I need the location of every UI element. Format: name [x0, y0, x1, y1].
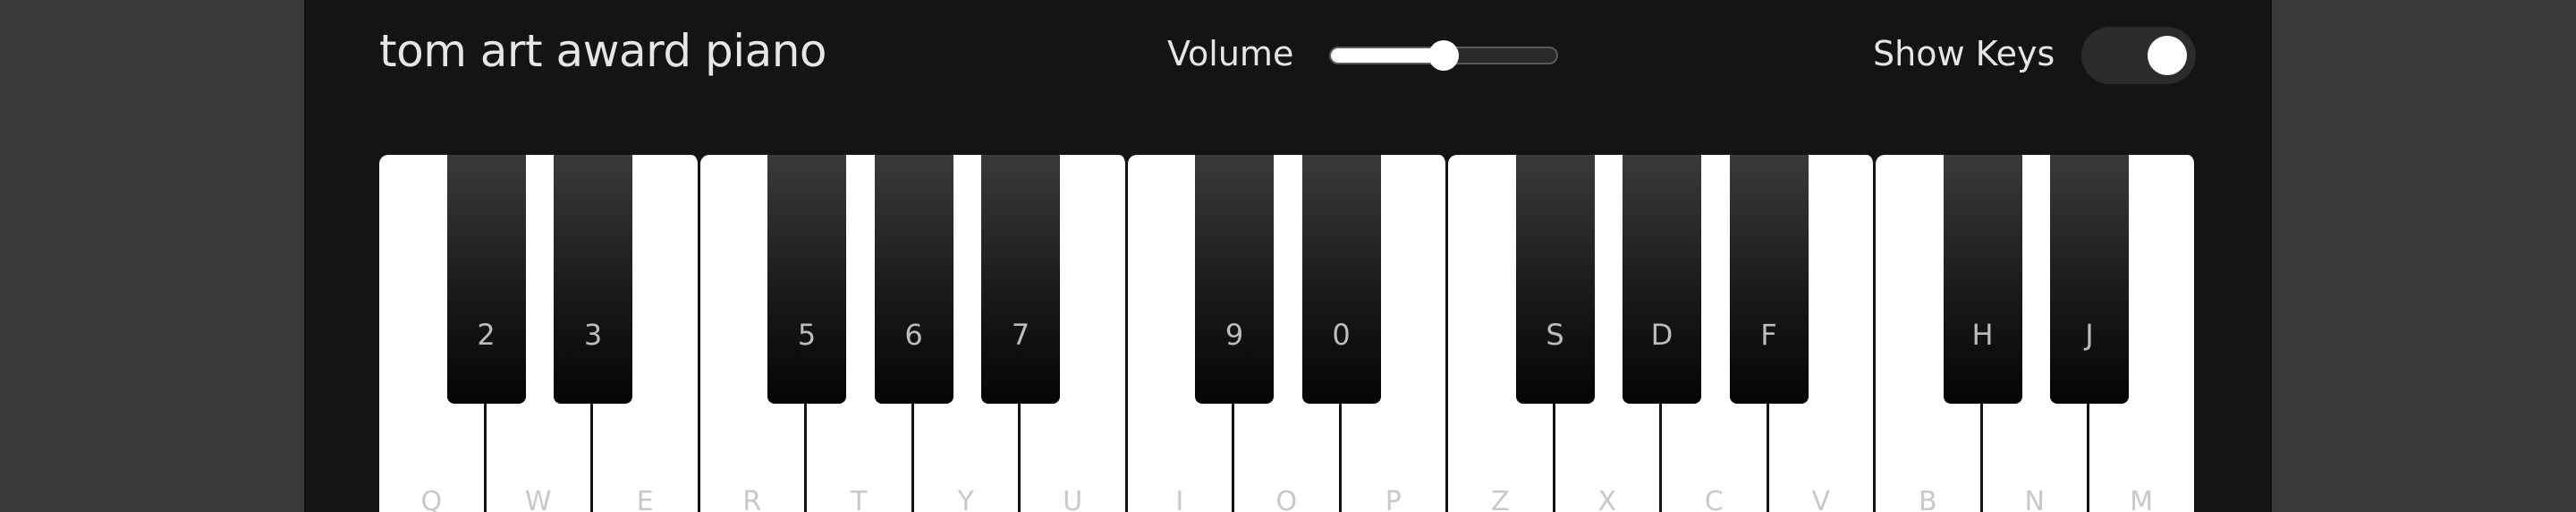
black-key[interactable]: 5: [767, 155, 846, 404]
white-key-label: U: [1063, 486, 1083, 512]
white-key-label: B: [1918, 486, 1937, 512]
piano-keyboard: Q W E R T Y U I O P Z X C V B N M 2 3 5 6 7 9 0 S D F H J: [379, 155, 2197, 512]
white-key-label: C: [1704, 486, 1724, 512]
black-key[interactable]: H: [1943, 155, 2022, 404]
white-key-label: E: [636, 486, 654, 512]
black-key-label: F: [1760, 318, 1777, 352]
black-key-label: 6: [904, 318, 923, 352]
black-key[interactable]: 6: [874, 155, 953, 404]
white-key-label: Z: [1490, 486, 1510, 512]
white-key-label: N: [2024, 486, 2045, 512]
toggle-knob: [2148, 36, 2187, 75]
black-key-label: 3: [583, 318, 603, 352]
black-key[interactable]: F: [1729, 155, 1809, 404]
white-key-label: P: [1385, 486, 1402, 512]
black-key-label: S: [1546, 318, 1564, 352]
show-keys-toggle[interactable]: [2081, 27, 2196, 84]
white-key-label: V: [1811, 486, 1831, 512]
white-key-label: T: [851, 486, 868, 512]
black-key-label: 5: [797, 318, 817, 352]
white-key-label: M: [2130, 486, 2154, 512]
white-key-label: R: [742, 486, 762, 512]
black-key[interactable]: 0: [1301, 155, 1381, 404]
black-key[interactable]: J: [2050, 155, 2129, 404]
black-key-label: J: [2085, 318, 2094, 352]
black-key-label: 7: [1011, 318, 1030, 352]
app-container: tom art award piano Volume Show Keys Q W E…: [304, 0, 2272, 512]
header: tom art award piano Volume Show Keys: [304, 0, 2272, 111]
volume-slider[interactable]: [1329, 40, 1558, 71]
black-key[interactable]: 3: [554, 155, 632, 404]
volume-slider-thumb[interactable]: [1428, 40, 1459, 71]
black-key-label: H: [1971, 318, 1994, 352]
black-key-label: D: [1650, 318, 1674, 352]
volume-label: Volume: [1167, 34, 1294, 73]
black-key[interactable]: S: [1515, 155, 1595, 404]
white-key-label: Q: [420, 486, 443, 512]
black-key[interactable]: D: [1623, 155, 1701, 404]
black-key-label: 0: [1332, 318, 1351, 352]
black-key[interactable]: 9: [1195, 155, 1274, 404]
black-key-label: 9: [1224, 318, 1244, 352]
white-key-label: X: [1597, 486, 1617, 512]
black-key-label: 2: [477, 318, 496, 352]
white-key-label: Y: [957, 486, 974, 512]
show-keys-label: Show Keys: [1873, 34, 2055, 73]
white-key-label: O: [1275, 486, 1298, 512]
volume-slider-fill: [1331, 48, 1444, 63]
app-title: tom art award piano: [379, 25, 827, 77]
black-key[interactable]: 7: [981, 155, 1060, 404]
black-key[interactable]: 2: [446, 155, 526, 404]
white-key-label: W: [524, 486, 552, 512]
white-key-label: I: [1175, 486, 1184, 512]
